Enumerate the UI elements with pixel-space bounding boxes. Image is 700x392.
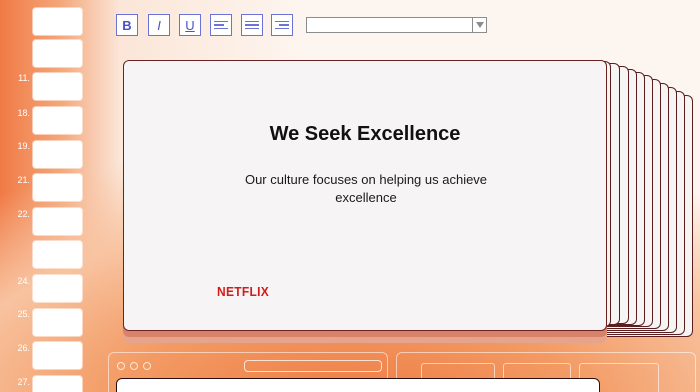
slide-thumbnail[interactable] (33, 376, 82, 392)
align-right-button[interactable] (271, 14, 293, 36)
window-dot-icon (130, 362, 138, 370)
address-bar (244, 360, 382, 372)
underline-button[interactable]: U (179, 14, 201, 36)
slide-thumbnail[interactable] (33, 241, 82, 268)
slide-thumbnail[interactable] (33, 174, 82, 201)
slide-number: 26. (17, 343, 30, 353)
slide-thumbnail[interactable] (33, 275, 82, 302)
align-center-button[interactable] (241, 14, 263, 36)
window-dot-icon (117, 362, 125, 370)
slide-thumbnail[interactable] (33, 40, 82, 67)
font-select-dropdown[interactable] (306, 17, 487, 33)
slide-number: 27. (17, 377, 30, 387)
netflix-logo: NETFLIX (217, 284, 270, 300)
slide-thumbnail[interactable] (33, 208, 82, 235)
slide-body-text[interactable]: Our culture focuses on helping us achiev… (244, 171, 488, 207)
slide-number: 22. (17, 209, 30, 219)
slide-thumbnail[interactable] (33, 141, 82, 168)
italic-button[interactable]: I (148, 14, 170, 36)
slide-canvas[interactable]: We Seek Excellence Our culture focuses o… (123, 60, 607, 331)
slide-number: 21. (17, 175, 30, 185)
slide-number: 24. (17, 276, 30, 286)
align-left-icon (214, 20, 228, 30)
slide-thumbnail[interactable] (33, 342, 82, 369)
window-dot-icon (143, 362, 151, 370)
slide-number: 11. (18, 73, 30, 83)
slide-thumbnail[interactable] (33, 107, 82, 134)
slide-filmstrip: 11. 18. 19. 21. 22. 24. 25. 26. 27. (0, 0, 90, 392)
slide-thumbnail[interactable] (33, 8, 82, 35)
align-right-icon (275, 20, 289, 30)
slide-thumbnail[interactable] (33, 73, 82, 100)
align-center-icon (245, 20, 259, 30)
bold-button[interactable]: B (116, 14, 138, 36)
align-left-button[interactable] (210, 14, 232, 36)
slide-number: 19. (17, 141, 30, 151)
next-slide-card[interactable] (116, 378, 600, 392)
chevron-down-icon[interactable] (472, 18, 486, 32)
slide-number: 25. (17, 309, 30, 319)
slide-thumbnail[interactable] (33, 309, 82, 336)
slide-number: 18. (17, 108, 30, 118)
slide-title[interactable]: We Seek Excellence (124, 123, 606, 146)
